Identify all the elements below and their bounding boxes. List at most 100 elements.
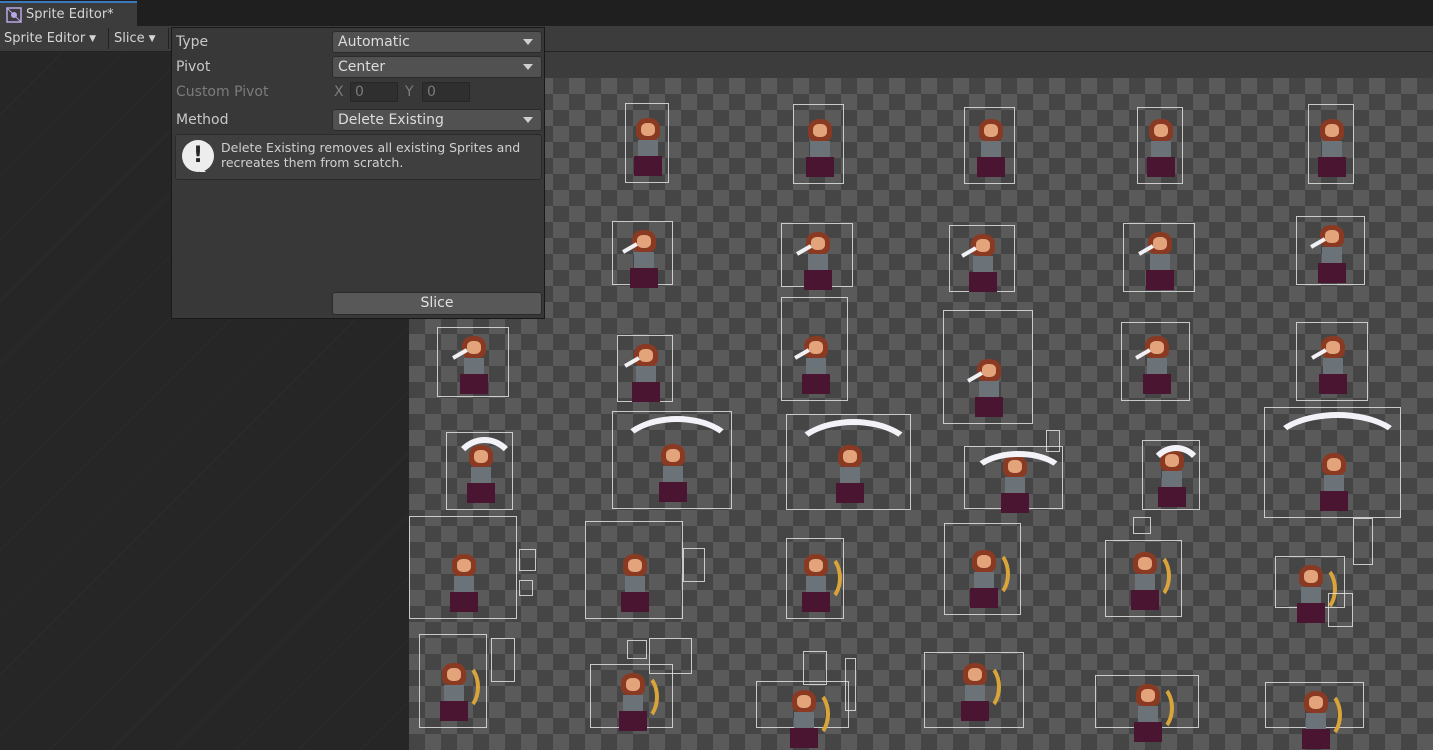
sprite-slice-rect[interactable] bbox=[1105, 540, 1182, 617]
sprite-slice-rect[interactable] bbox=[1353, 518, 1373, 565]
sprite-pixel-art bbox=[1319, 491, 1348, 511]
sprite-slice-rect[interactable] bbox=[625, 103, 669, 183]
sprite-slice-rect[interactable] bbox=[1121, 322, 1190, 401]
sprite-pixel-art bbox=[628, 559, 642, 572]
pivot-dropdown-value: Center bbox=[338, 59, 386, 75]
sprite-slice-rect[interactable] bbox=[437, 327, 509, 397]
sprite-slice-rect[interactable] bbox=[491, 638, 515, 682]
sprite-slice-rect[interactable] bbox=[683, 548, 705, 582]
sprite-pixel-art bbox=[621, 592, 649, 612]
sprite-pixel-art bbox=[811, 237, 825, 250]
custom-pivot-label: Custom Pivot bbox=[176, 84, 269, 100]
sprite-slice-rect[interactable] bbox=[1296, 322, 1368, 401]
sprite-pixel-art bbox=[627, 673, 659, 721]
slice-dropdown-label: Slice bbox=[114, 31, 145, 46]
pivot-dropdown[interactable]: Center bbox=[332, 56, 542, 78]
sprite-pixel-art bbox=[632, 382, 660, 402]
sprite-pixel-art bbox=[810, 554, 842, 602]
sprite-slice-rect[interactable] bbox=[1265, 682, 1364, 749]
sprite-slice-rect[interactable] bbox=[409, 516, 517, 619]
sprite-editor-mode-dropdown[interactable]: Sprite Editor ▼ bbox=[0, 26, 108, 51]
sprite-slice-rect[interactable] bbox=[756, 681, 849, 748]
custom-pivot-y-field[interactable]: 0 bbox=[422, 82, 470, 102]
sprite-pixel-art bbox=[804, 270, 832, 290]
sprite-slice-rect[interactable] bbox=[1095, 675, 1199, 742]
sprite-editor-icon bbox=[6, 6, 22, 23]
sprite-pixel-art bbox=[983, 124, 998, 137]
method-dropdown-value: Delete Existing bbox=[338, 112, 444, 128]
sprite-slice-rect[interactable] bbox=[627, 640, 647, 659]
sprite-slice-rect[interactable] bbox=[944, 523, 1021, 615]
chevron-down-icon bbox=[523, 39, 533, 45]
sprite-slice-rect[interactable] bbox=[964, 107, 1015, 184]
sprite-slice-rect[interactable] bbox=[964, 446, 1068, 513]
chevron-down-icon bbox=[523, 117, 533, 123]
sprite-pixel-art bbox=[812, 124, 827, 137]
sprite-slice-rect[interactable] bbox=[519, 580, 533, 596]
sprite-slice-rect[interactable] bbox=[617, 335, 673, 402]
sprite-slice-rect[interactable] bbox=[781, 223, 853, 290]
sprite-slice-rect[interactable] bbox=[446, 432, 518, 510]
sprite-slice-rect[interactable] bbox=[612, 411, 737, 509]
sprite-slice-rect[interactable] bbox=[803, 651, 827, 685]
tab-title: Sprite Editor* bbox=[26, 7, 114, 22]
method-dropdown[interactable]: Delete Existing bbox=[332, 109, 542, 131]
sprite-pixel-art bbox=[975, 397, 1003, 417]
sprite-slice-rect[interactable] bbox=[1137, 107, 1183, 184]
tab-sprite-editor[interactable]: Sprite Editor* bbox=[0, 1, 137, 26]
sprite-pixel-art bbox=[1269, 412, 1406, 484]
sprite-pixel-art bbox=[1310, 691, 1342, 739]
sprite-pixel-art bbox=[448, 663, 480, 711]
custom-pivot-y-label: Y bbox=[405, 84, 414, 100]
sprite-pixel-art bbox=[969, 663, 1001, 711]
sprite-slice-rect[interactable] bbox=[1142, 440, 1205, 510]
sprite-slice-rect[interactable] bbox=[845, 658, 856, 711]
sprite-slice-rect[interactable] bbox=[786, 538, 844, 619]
sprite-pixel-art bbox=[460, 374, 488, 394]
sprite-slice-rect[interactable] bbox=[1308, 104, 1354, 184]
sprite-pixel-art bbox=[629, 268, 658, 288]
sprite-pixel-art bbox=[1317, 263, 1346, 283]
help-box: ! Delete Existing removes all existing S… bbox=[175, 134, 542, 180]
sprite-slice-rect[interactable] bbox=[949, 225, 1015, 292]
sprite-slice-rect[interactable] bbox=[585, 521, 683, 619]
slice-popup: Type Automatic Pivot Center Custom Pivot… bbox=[171, 27, 545, 319]
sprite-pixel-art bbox=[1147, 445, 1205, 507]
custom-pivot-x-field[interactable]: 0 bbox=[350, 82, 398, 102]
sprite-slice-rect[interactable] bbox=[612, 221, 673, 288]
sprite-pixel-art bbox=[1142, 684, 1174, 732]
sprite-slice-rect[interactable] bbox=[1328, 593, 1353, 627]
sprite-pixel-art bbox=[798, 690, 830, 738]
sprite-slice-rect[interactable] bbox=[1133, 517, 1151, 534]
sprite-slice-rect[interactable] bbox=[1264, 407, 1406, 518]
sprite-pixel-art bbox=[451, 437, 518, 507]
sprite-canvas[interactable] bbox=[409, 78, 1433, 750]
sprite-slice-rect[interactable] bbox=[793, 104, 844, 184]
chevron-down-icon: ▼ bbox=[148, 33, 156, 44]
sprite-slice-rect[interactable] bbox=[519, 549, 536, 571]
sprite-slice-rect[interactable] bbox=[924, 652, 1024, 728]
sprite-pixel-art bbox=[1139, 552, 1171, 600]
pivot-label: Pivot bbox=[176, 59, 211, 75]
sprite-pixel-art bbox=[1154, 124, 1168, 137]
toolbar-divider bbox=[168, 28, 169, 49]
sprite-slice-rect[interactable] bbox=[1296, 216, 1365, 285]
warning-icon: ! bbox=[182, 140, 214, 172]
sprite-slice-rect[interactable] bbox=[649, 638, 692, 674]
sprite-pixel-art bbox=[1149, 341, 1164, 354]
sprite-pixel-art bbox=[969, 451, 1068, 506]
sprite-slice-rect[interactable] bbox=[1123, 223, 1195, 292]
sprite-pixel-art bbox=[450, 592, 478, 612]
sprite-pixel-art bbox=[1324, 230, 1339, 243]
sprite-slice-rect[interactable] bbox=[786, 414, 916, 510]
sprite-pixel-art bbox=[976, 239, 990, 252]
sprite-slice-rect[interactable] bbox=[419, 634, 487, 728]
sprite-slice-rect[interactable] bbox=[1046, 430, 1060, 452]
type-dropdown[interactable]: Automatic bbox=[332, 31, 542, 53]
sprite-slice-rect[interactable] bbox=[943, 310, 1033, 424]
slice-button[interactable]: Slice bbox=[332, 292, 542, 315]
slice-dropdown[interactable]: Slice ▼ bbox=[110, 26, 168, 51]
sprite-slice-rect[interactable] bbox=[781, 297, 848, 401]
sprite-pixel-art bbox=[982, 364, 996, 377]
type-label: Type bbox=[176, 34, 209, 50]
